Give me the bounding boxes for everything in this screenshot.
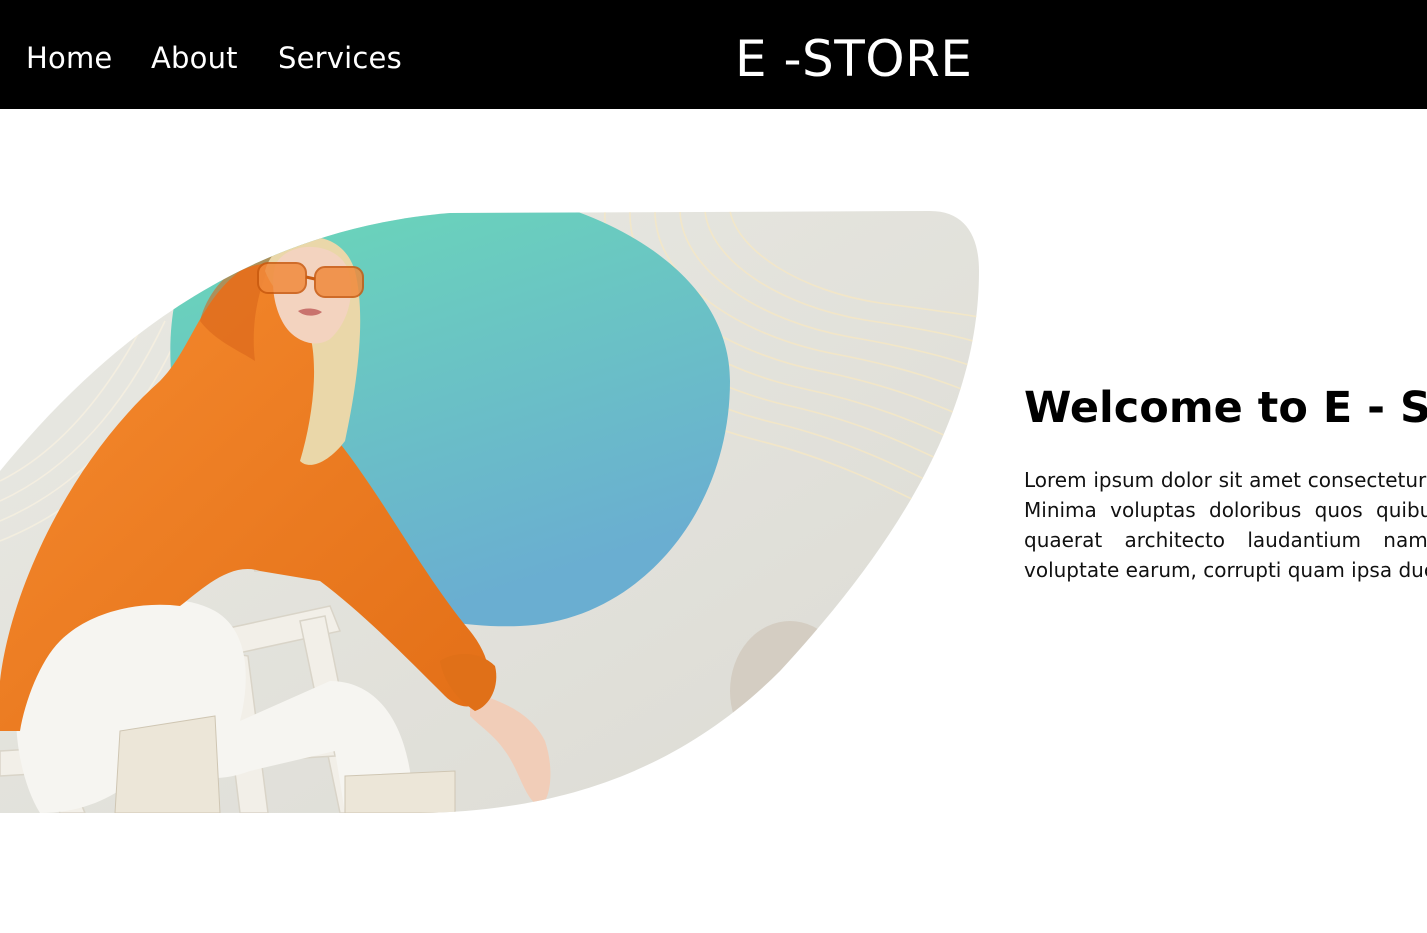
welcome-description: Lorem ipsum dolor sit amet consectetur a…: [1024, 468, 1427, 582]
brand-logo-text: E -STORE: [735, 30, 973, 88]
hero-image: [0, 211, 979, 813]
welcome-heading: Welcome to E - STORE: [1024, 383, 1427, 433]
welcome-section: Welcome to E - STORE Lorem ipsum dolor s…: [1000, 109, 1427, 933]
top-navbar: Home About Services E -STORE: [0, 0, 1427, 109]
nav-link-services[interactable]: Services: [278, 38, 402, 78]
nav-link-home[interactable]: Home: [26, 38, 112, 78]
nav-link-about[interactable]: About: [151, 38, 238, 78]
